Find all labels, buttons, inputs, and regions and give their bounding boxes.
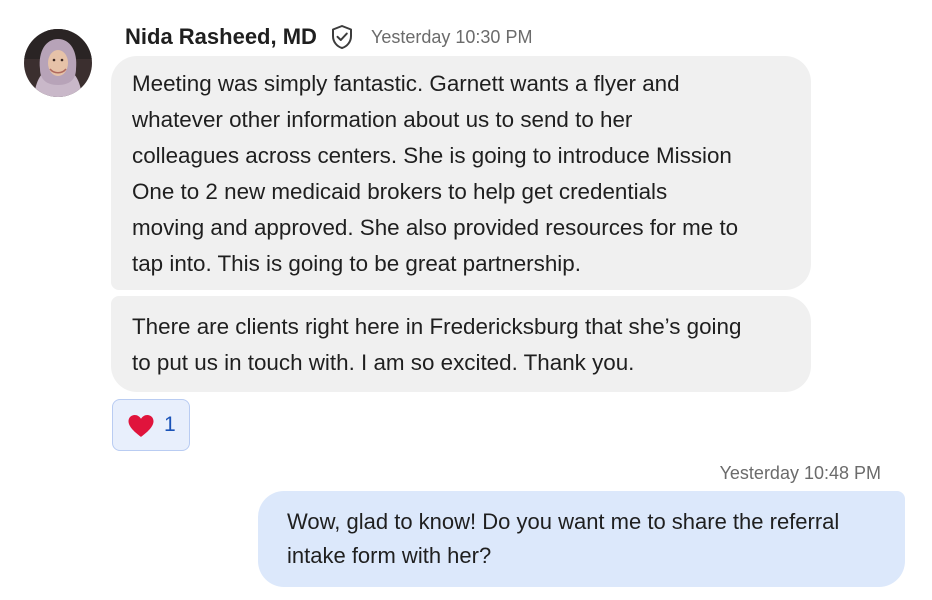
message-timestamp: Yesterday 10:30 PM [371,27,533,47]
avatar-image [24,29,92,97]
avatar[interactable] [24,29,92,97]
chat-thread: Nida Rasheed, MD Yesterday 10:30 PM Meet… [0,0,932,600]
heart-icon [127,414,155,438]
heart-reaction-chip[interactable]: 1 [112,399,190,451]
incoming-message-bubble[interactable]: Meeting was simply fantastic. Garnett wa… [111,56,811,290]
message-timestamp: Yesterday 10:48 PM [719,463,881,483]
shield-check-icon [330,24,354,50]
outgoing-message-bubble[interactable]: Wow, glad to know! Do you want me to sha… [258,491,905,587]
incoming-message-bubble[interactable]: There are clients right here in Frederic… [111,296,811,392]
sender-name[interactable]: Nida Rasheed, MD [125,22,317,52]
reaction-count: 1 [164,413,176,436]
